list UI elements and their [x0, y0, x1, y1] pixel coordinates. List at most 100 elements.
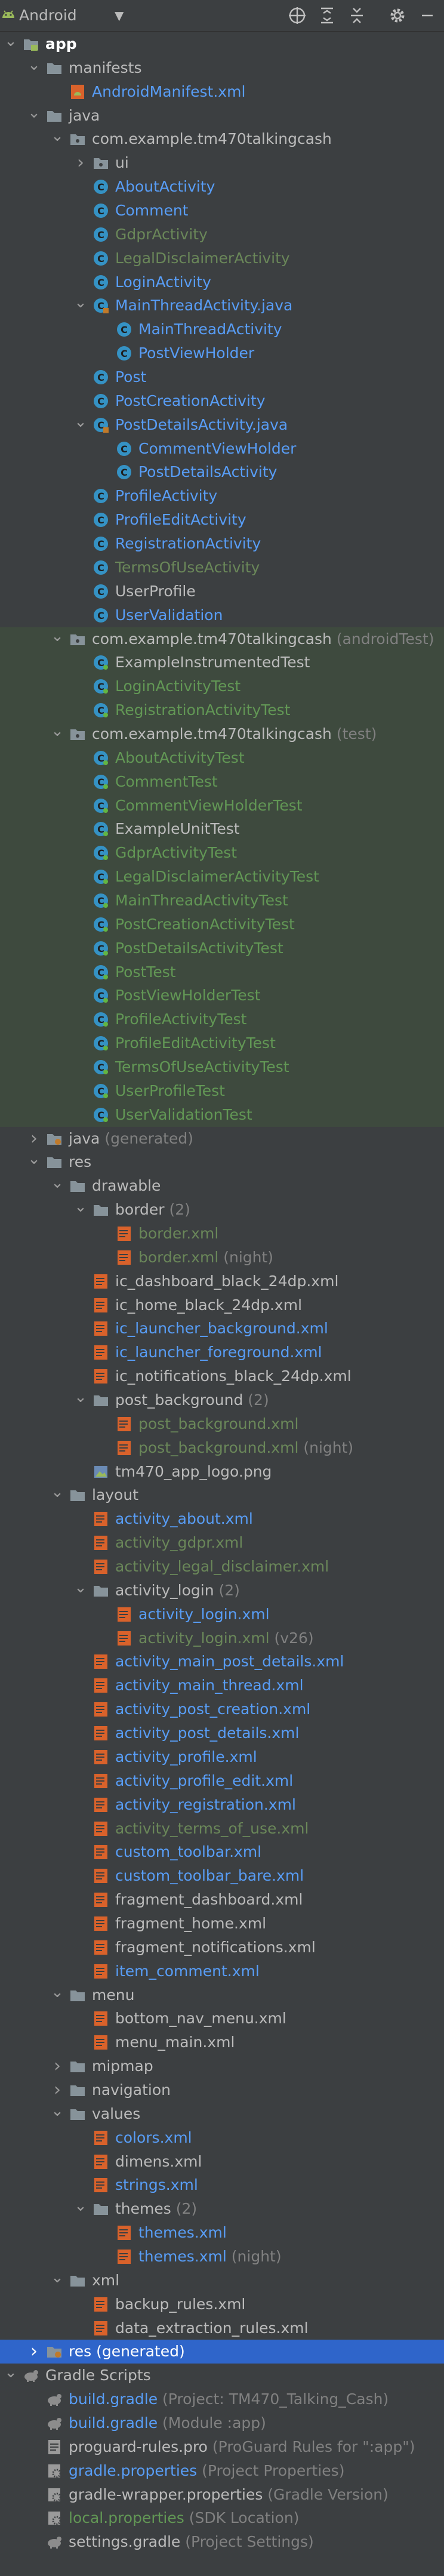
tree-row[interactable]: activity_about.xml — [0, 1507, 444, 1531]
tree-row[interactable]: › java (generated) — [0, 1127, 444, 1151]
tree-row[interactable]: item_comment.xml — [0, 1959, 444, 1983]
tree-row[interactable]: colors.xml — [0, 2126, 444, 2150]
chevron-down-icon[interactable]: ⌄ — [73, 1389, 88, 1409]
tree-row[interactable]: C MainThreadActivityTest — [0, 888, 444, 913]
tree-row[interactable]: C UserProfile — [0, 580, 444, 603]
tree-row[interactable]: C ProfileActivity — [0, 484, 444, 508]
tree-row[interactable]: ⌄ drawable — [0, 1174, 444, 1198]
tree-row[interactable]: gradle.properties (Project Properties) — [0, 2459, 444, 2483]
tree-row[interactable]: C PostViewHolder — [0, 341, 444, 365]
tree-row[interactable]: ⌄ menu — [0, 1983, 444, 2007]
tree-row[interactable]: ⌄ C MainThreadActivity.java — [0, 294, 444, 318]
tree-row[interactable]: activity_profile.xml — [0, 1745, 444, 1769]
minimize-icon[interactable] — [417, 5, 438, 26]
chevron-down-icon[interactable]: ⌄ — [50, 128, 64, 147]
tree-row[interactable]: post_background.xml — [0, 1412, 444, 1436]
tree-row[interactable]: C ProfileEditActivityTest — [0, 1031, 444, 1056]
tree-row[interactable]: › mipmap — [0, 2054, 444, 2078]
expand-all-icon[interactable] — [316, 5, 338, 26]
tree-row[interactable]: fragment_notifications.xml — [0, 1936, 444, 1959]
tree-row[interactable]: ⌄ res — [0, 1150, 444, 1174]
tree-row[interactable]: ⌄ values — [0, 2102, 444, 2126]
view-selector-label[interactable]: Android — [19, 5, 77, 26]
chevron-down-icon[interactable]: ⌄ — [73, 2198, 88, 2217]
tree-row[interactable]: settings.gradle (Project Settings) — [0, 2530, 444, 2554]
gear-icon[interactable] — [387, 5, 408, 26]
tree-row[interactable]: ⌄ com.example.tm470talkingcash (androidTe… — [0, 627, 444, 651]
tree-row[interactable]: themes.xml (night) — [0, 2245, 444, 2269]
tree-row[interactable]: data_extraction_rules.xml — [0, 2316, 444, 2340]
tree-row[interactable]: activity_login.xml (v26) — [0, 1626, 444, 1650]
tree-row[interactable]: C TermsOfUseActivity — [0, 556, 444, 580]
tree-row[interactable]: C CommentViewHolder — [0, 437, 444, 461]
chevron-down-icon[interactable]: ⌄ — [50, 2270, 64, 2289]
collapse-all-icon[interactable] — [346, 5, 368, 26]
tree-row[interactable]: custom_toolbar.xml — [0, 1840, 444, 1864]
tree-row[interactable]: C TermsOfUseActivityTest — [0, 1055, 444, 1079]
tree-row[interactable]: ⌄ border (2) — [0, 1198, 444, 1222]
tree-row[interactable]: activity_main_post_details.xml — [0, 1650, 444, 1674]
tree-row[interactable]: border.xml — [0, 1222, 444, 1246]
tree-row[interactable]: fragment_dashboard.xml — [0, 1888, 444, 1912]
tree-row[interactable]: ic_launcher_foreground.xml — [0, 1341, 444, 1364]
chevron-down-icon[interactable]: ⌄ — [4, 33, 18, 53]
tree-row[interactable]: C AboutActivityTest — [0, 745, 444, 770]
tree-row[interactable]: activity_post_creation.xml — [0, 1697, 444, 1721]
tree-row[interactable]: ⌄ post_background (2) — [0, 1388, 444, 1412]
tree-row[interactable]: activity_registration.xml — [0, 1793, 444, 1817]
tree-row[interactable]: ⌄ layout — [0, 1483, 444, 1507]
tree-row[interactable]: C Comment — [0, 199, 444, 223]
tree-row[interactable]: activity_login.xml — [0, 1603, 444, 1626]
tree-row[interactable]: strings.xml — [0, 2173, 444, 2197]
chevron-right-icon[interactable]: › — [50, 2081, 64, 2099]
tree-row[interactable]: activity_gdpr.xml — [0, 1531, 444, 1555]
chevron-right-icon[interactable]: › — [50, 2057, 64, 2075]
tree-row[interactable]: tm470_app_logo.png — [0, 1460, 444, 1484]
tree-row[interactable]: C PostTest — [0, 960, 444, 984]
tree-row[interactable]: activity_main_thread.xml — [0, 1674, 444, 1697]
tree-row[interactable]: C GdprActivityTest — [0, 841, 444, 865]
chevron-down-icon[interactable]: ⌄ — [50, 2103, 64, 2122]
locate-target-icon[interactable] — [286, 5, 308, 26]
tree-row[interactable]: C ExampleInstrumentedTest — [0, 651, 444, 675]
tree-row[interactable]: backup_rules.xml — [0, 2292, 444, 2316]
tree-row[interactable]: C MainThreadActivity — [0, 318, 444, 341]
tree-row[interactable]: › navigation — [0, 2078, 444, 2102]
tree-row[interactable]: C GdprActivity — [0, 223, 444, 246]
chevron-down-icon[interactable]: ⌄ — [50, 1484, 64, 1503]
chevron-down-icon[interactable]: ⌄ — [27, 105, 41, 124]
tree-row[interactable]: activity_terms_of_use.xml — [0, 1817, 444, 1841]
chevron-down-icon[interactable]: ⌄ — [50, 1985, 64, 2004]
tree-row[interactable]: post_background.xml (night) — [0, 1436, 444, 1460]
chevron-right-icon[interactable]: › — [27, 2343, 41, 2361]
chevron-down-icon[interactable]: ⌄ — [73, 414, 88, 433]
tree-row[interactable]: C RegistrationActivityTest — [0, 698, 444, 723]
tree-row[interactable]: ⌄ Gradle Scripts — [0, 2364, 444, 2387]
tree-row[interactable]: gradle-wrapper.properties (Gradle Versio… — [0, 2483, 444, 2507]
tree-row[interactable]: ic_notifications_black_24dp.xml — [0, 1364, 444, 1388]
tree-row[interactable]: C UserProfileTest — [0, 1079, 444, 1103]
tree-row[interactable]: C PostCreationActivityTest — [0, 912, 444, 936]
tree-row[interactable]: activity_legal_disclaimer.xml — [0, 1555, 444, 1579]
tree-row[interactable]: C LegalDisclaimerActivityTest — [0, 865, 444, 889]
tree-row[interactable]: ⌄ C PostDetailsActivity.java — [0, 413, 444, 437]
tree-row[interactable]: C PostCreationActivity — [0, 389, 444, 413]
chevron-down-icon[interactable]: ⌄ — [27, 57, 41, 76]
tree-row[interactable]: build.gradle (Project: TM470_Talking_Cas… — [0, 2387, 444, 2411]
tree-row[interactable]: AndroidManifest.xml — [0, 80, 444, 104]
chevron-down-icon[interactable]: ⌄ — [73, 1580, 88, 1599]
tree-row[interactable]: C LegalDisclaimerActivity — [0, 246, 444, 270]
tree-row[interactable]: ⌄ manifests — [0, 56, 444, 80]
tree-row[interactable]: C PostDetailsActivity — [0, 460, 444, 484]
tree-row[interactable]: menu_main.xml — [0, 2030, 444, 2054]
tree-row[interactable]: ⌄ java — [0, 104, 444, 128]
tree-row[interactable]: C AboutActivity — [0, 175, 444, 199]
chevron-down-icon[interactable]: ▼ — [115, 5, 124, 26]
tree-row[interactable]: ic_dashboard_black_24dp.xml — [0, 1269, 444, 1293]
tree-row[interactable]: C UserValidation — [0, 603, 444, 627]
tree-row[interactable]: ⌄ app — [0, 32, 444, 56]
tree-row[interactable]: C PostDetailsActivityTest — [0, 936, 444, 960]
tree-row[interactable]: activity_profile_edit.xml — [0, 1769, 444, 1793]
chevron-down-icon[interactable]: ⌄ — [27, 1151, 41, 1170]
tree-row[interactable]: C PostViewHolderTest — [0, 984, 444, 1008]
